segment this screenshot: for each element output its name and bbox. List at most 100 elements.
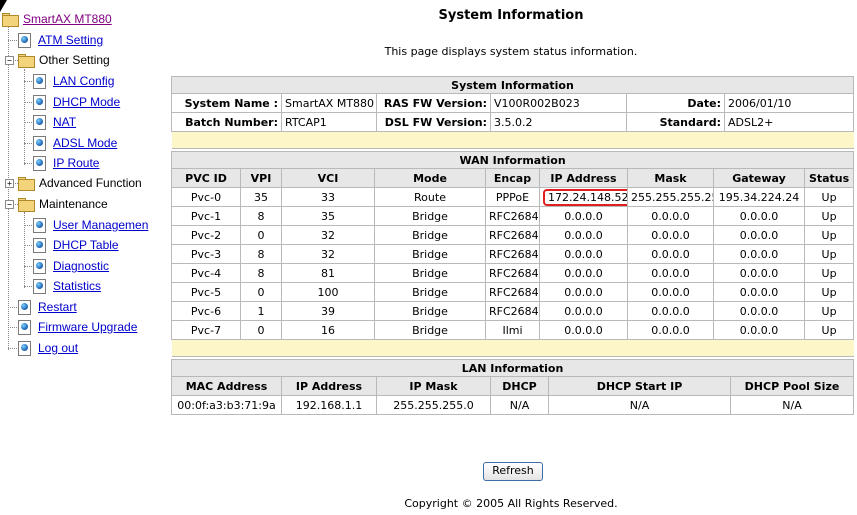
page-icon xyxy=(18,32,31,48)
table-cell: 0.0.0.0 xyxy=(627,301,714,321)
lan-info-table: LAN Information MAC Address IP Address IP … xyxy=(171,359,854,415)
wan-column-header: Mask xyxy=(627,168,714,188)
link-atm-setting[interactable]: ATM Setting xyxy=(38,33,103,47)
link-lan-config[interactable]: LAN Config xyxy=(53,74,114,88)
table-cell: Up xyxy=(803,225,855,245)
wan-column-header: Gateway xyxy=(713,168,805,188)
nav-item-lan-config[interactable]: LAN Config xyxy=(33,72,114,90)
table-row: Pvc-1 8 35 Bridge RFC2684 0.0.0.0 0.0.0.0 0.0.0… xyxy=(171,206,855,226)
table-cell: N/A xyxy=(730,395,854,415)
nav-item-ip-route[interactable]: IP Route xyxy=(33,154,99,172)
table-cell: Route xyxy=(374,187,486,207)
table-row: Pvc-2 0 32 Bridge RFC2684 0.0.0.0 0.0.0.0 0.0.0… xyxy=(171,225,855,245)
table-cell: Bridge xyxy=(374,263,486,283)
folder-icon xyxy=(2,12,19,27)
nav-item-statistics[interactable]: Statistics xyxy=(33,277,101,295)
batch-number-value: RTCAP1 xyxy=(281,112,377,132)
table-cell: Pvc-6 xyxy=(171,301,241,321)
link-dhcp-table[interactable]: DHCP Table xyxy=(53,238,119,252)
system-name-label: System Name : xyxy=(171,93,282,113)
table-cell: 32 xyxy=(281,225,375,245)
folder-icon xyxy=(18,197,35,212)
system-info-header: System Information xyxy=(171,76,854,94)
lan-column-header: IP Address xyxy=(281,376,377,396)
table-cell: 33 xyxy=(281,187,375,207)
nav-folder-maintenance[interactable]: Maintenance xyxy=(18,195,108,213)
collapse-icon[interactable]: − xyxy=(5,200,14,209)
table-cell: 0.0.0.0 xyxy=(713,320,805,340)
table-cell: RFC2684 xyxy=(485,263,540,283)
nav-folder-other-setting[interactable]: Other Setting xyxy=(18,51,110,69)
nav-item-dhcp-mode[interactable]: DHCP Mode xyxy=(33,93,120,111)
table-cell: 172.24.148.52 xyxy=(539,187,628,207)
table-cell: Bridge xyxy=(374,320,486,340)
nav-item-nat[interactable]: NAT xyxy=(33,113,76,131)
table-cell: 0.0.0.0 xyxy=(627,206,714,226)
link-smartax-mt880[interactable]: SmartAX MT880 xyxy=(23,12,112,26)
wan-column-header: Status xyxy=(803,168,855,188)
wan-column-header: VCI xyxy=(281,168,375,188)
lan-column-header: DHCP Start IP xyxy=(548,376,731,396)
page-icon xyxy=(18,299,31,315)
collapse-icon[interactable]: − xyxy=(5,56,14,65)
wan-info-header: WAN Information xyxy=(170,151,855,169)
refresh-button[interactable]: Refresh xyxy=(483,462,543,481)
date-label: Date: xyxy=(626,93,725,113)
table-cell: 35 xyxy=(240,187,282,207)
system-name-value: SmartAX MT880 xyxy=(281,93,377,113)
nav-item-firmware-upgrade[interactable]: Firmware Upgrade xyxy=(18,318,137,336)
table-cell: 0.0.0.0 xyxy=(713,282,805,302)
link-ip-route[interactable]: IP Route xyxy=(53,156,99,170)
table-cell: 0.0.0.0 xyxy=(713,244,805,264)
link-diagnostic[interactable]: Diagnostic xyxy=(53,259,109,273)
table-cell: RFC2684 xyxy=(485,282,540,302)
link-dhcp-mode[interactable]: DHCP Mode xyxy=(53,95,120,109)
page-icon xyxy=(18,340,31,356)
table-row: Pvc-0 35 33 Route PPPoE 172.24.148.52 255.255.… xyxy=(171,187,855,207)
table-cell: 0 xyxy=(240,225,282,245)
table-cell: Bridge xyxy=(374,282,486,302)
nav-item-dhcp-table[interactable]: DHCP Table xyxy=(33,236,119,254)
nav-item-atm-setting[interactable]: ATM Setting xyxy=(18,31,103,49)
table-cell: 0.0.0.0 xyxy=(539,301,628,321)
table-cell: 35 xyxy=(281,206,375,226)
system-info-table: System Information System Name : SmartAX… xyxy=(171,76,854,149)
nav-folder-advanced-function[interactable]: Advanced Function xyxy=(18,174,142,192)
table-cell: 8 xyxy=(240,244,282,264)
table-cell: N/A xyxy=(490,395,549,415)
page-icon xyxy=(33,114,46,130)
table-cell: 81 xyxy=(281,263,375,283)
folder-icon xyxy=(18,176,35,191)
nav-item-adsl-mode[interactable]: ADSL Mode xyxy=(33,134,117,152)
table-cell: 00:0f:a3:b3:71:9a xyxy=(171,395,282,415)
folder-label: Advanced Function xyxy=(39,176,142,190)
page-icon xyxy=(33,258,46,274)
folder-label: Other Setting xyxy=(39,53,110,67)
table-cell: 0.0.0.0 xyxy=(539,244,628,264)
link-adsl-mode[interactable]: ADSL Mode xyxy=(53,136,117,150)
expand-icon[interactable]: + xyxy=(5,179,14,188)
table-cell: Ilmi xyxy=(485,320,540,340)
standard-label: Standard: xyxy=(626,112,725,132)
table-cell: 0.0.0.0 xyxy=(539,263,628,283)
nav-item-user-management[interactable]: User Managemen xyxy=(33,216,148,234)
link-nat[interactable]: NAT xyxy=(53,115,76,129)
link-restart[interactable]: Restart xyxy=(38,300,77,314)
nav-item-restart[interactable]: Restart xyxy=(18,298,77,316)
table-cell: 0.0.0.0 xyxy=(539,320,628,340)
link-statistics[interactable]: Statistics xyxy=(53,279,101,293)
link-firmware-upgrade[interactable]: Firmware Upgrade xyxy=(38,320,137,334)
page-title: System Information xyxy=(438,8,584,23)
table-cell: Pvc-0 xyxy=(171,187,241,207)
table-cell: 0.0.0.0 xyxy=(627,320,714,340)
link-log-out[interactable]: Log out xyxy=(38,341,78,355)
table-cell: PPPoE xyxy=(485,187,540,207)
table-cell: N/A xyxy=(548,395,731,415)
table-cell: 255.255.255.255 xyxy=(627,187,714,207)
table-cell: 0.0.0.0 xyxy=(713,206,805,226)
nav-item-log-out[interactable]: Log out xyxy=(18,339,78,357)
link-user-management[interactable]: User Managemen xyxy=(53,218,148,232)
nav-item-diagnostic[interactable]: Diagnostic xyxy=(33,257,109,275)
table-cell: 8 xyxy=(240,263,282,283)
wan-info-table: WAN Information PVC ID VPI VCI Mode Encap IP … xyxy=(170,151,855,357)
